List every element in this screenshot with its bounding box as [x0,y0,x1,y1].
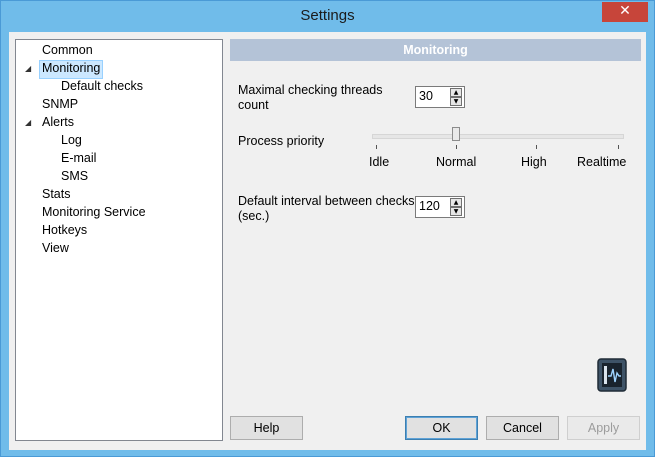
spin-up-icon[interactable]: ▲ [450,88,462,97]
spinner-buttons: ▲ ▼ [450,88,462,106]
tree-item-alerts[interactable]: Alerts [42,114,74,131]
help-button[interactable]: Help [230,416,303,440]
tree-item-default-checks[interactable]: Default checks [61,78,143,95]
settings-tree[interactable]: Common ◢ Monitoring Default checks SNMP … [15,39,223,441]
tree-item-monitoring[interactable]: Monitoring [39,60,104,79]
dialog-client-area: Common ◢ Monitoring Default checks SNMP … [9,32,646,450]
close-button[interactable]: ✕ [602,2,648,22]
window-title: Settings [300,7,355,24]
threads-count-value[interactable]: 30 [419,89,433,103]
tree-item-snmp[interactable]: SNMP [42,96,78,113]
tree-item-log[interactable]: Log [61,132,82,149]
spin-down-icon[interactable]: ▼ [450,97,462,106]
priority-label-normal: Normal [436,155,477,169]
interval-value[interactable]: 120 [419,199,440,213]
monitor-app-icon [597,358,627,392]
spinner-buttons: ▲ ▼ [450,198,462,216]
tree-item-common[interactable]: Common [42,42,93,59]
monitoring-panel: Monitoring Maximal checking threads coun… [230,39,641,411]
priority-tick [536,145,537,149]
process-priority-label: Process priority [238,134,325,148]
spin-down-icon[interactable]: ▼ [450,207,462,216]
threads-label: Maximal checking threads count [238,83,383,113]
apply-button[interactable]: Apply [567,416,640,440]
close-icon: ✕ [619,3,631,19]
interval-spinner[interactable]: 120 ▲ ▼ [415,196,465,218]
priority-tick [618,145,619,149]
interval-label-line1: Default interval between checks [238,194,415,208]
priority-tick [376,145,377,149]
interval-label-line2: (sec.) [238,209,270,223]
tree-item-hotkeys[interactable]: Hotkeys [42,222,87,239]
expanded-arrow-icon[interactable]: ◢ [25,60,31,77]
title-bar[interactable]: Settings ✕ [1,1,654,32]
priority-tick [456,145,457,149]
tree-item-view[interactable]: View [42,240,69,257]
tree-item-stats[interactable]: Stats [42,186,71,203]
threads-label-line1: Maximal checking threads [238,83,383,97]
expanded-arrow-icon[interactable]: ◢ [25,114,31,131]
priority-label-idle: Idle [369,155,390,169]
interval-label: Default interval between checks (sec.) [238,194,414,224]
priority-label-realtime: Realtime [577,155,627,169]
tree-item-monitoring-service[interactable]: Monitoring Service [42,204,146,221]
spin-up-icon[interactable]: ▲ [450,198,462,207]
priority-label-high: High [521,155,547,169]
priority-slider-track[interactable] [372,134,624,139]
settings-window: Settings ✕ Common ◢ Monitoring Default c… [0,0,655,457]
threads-count-spinner[interactable]: 30 ▲ ▼ [415,86,465,108]
panel-header: Monitoring [230,39,641,61]
priority-slider-thumb[interactable] [452,127,460,141]
ok-button[interactable]: OK [405,416,478,440]
tree-item-email[interactable]: E-mail [61,150,96,167]
threads-label-line2: count [238,98,269,112]
cancel-button[interactable]: Cancel [486,416,559,440]
tree-item-sms[interactable]: SMS [61,168,88,185]
